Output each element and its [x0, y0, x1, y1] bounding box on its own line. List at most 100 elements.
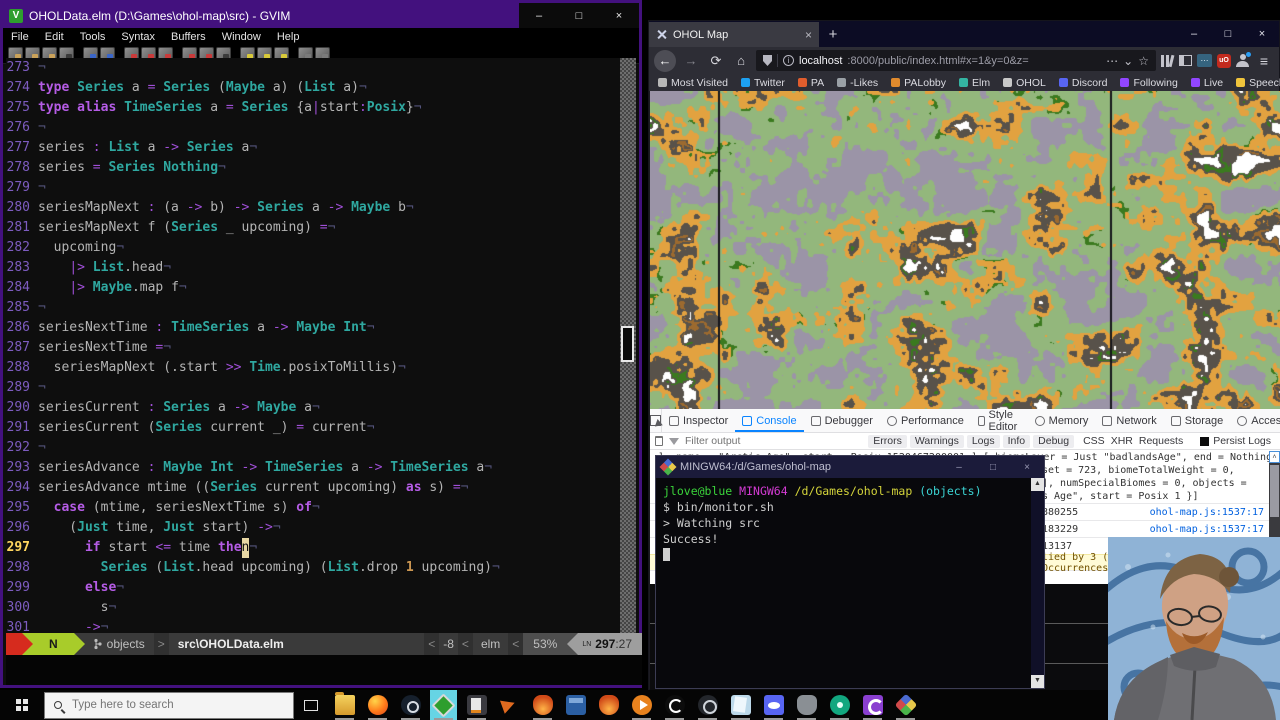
start-button[interactable] [0, 690, 44, 720]
terminal-maximize-button[interactable]: □ [976, 456, 1010, 478]
taskbar-search[interactable] [44, 691, 294, 719]
page-actions-icon[interactable]: ⋯ [1106, 54, 1118, 68]
new-tab-button[interactable]: + [819, 22, 847, 47]
taskbar-app-speechchat[interactable] [826, 690, 853, 720]
bookmark-discord[interactable]: Discord [1058, 77, 1107, 89]
biome-map-canvas[interactable] [650, 91, 1280, 409]
gvim-text-area[interactable]: 273 ¬ 274 type Series a = Series (Maybe a) … [6, 58, 620, 636]
devtools-tab-storage[interactable]: Storage [1164, 409, 1231, 432]
bookmark-following[interactable]: Following [1120, 77, 1178, 89]
back-button[interactable]: ← [654, 49, 676, 72]
code-line[interactable]: 280 seriesMapNext : (a -> b) -> Series a … [6, 198, 620, 218]
taskbar-app-gvim[interactable] [430, 690, 457, 720]
filter-output-placeholder[interactable]: Filter output [685, 435, 740, 447]
firefox-maximize-button[interactable]: □ [1211, 21, 1245, 47]
code-line[interactable]: 282 upcoming ¬ [6, 238, 620, 258]
filter-debug[interactable]: Debug [1033, 434, 1075, 448]
code-line[interactable]: 273 ¬ [6, 58, 620, 78]
taskbar-app-visual-studio[interactable] [562, 690, 589, 720]
tracking-shield-icon[interactable] [763, 55, 772, 66]
bookmark-speechchat[interactable]: SpeechChat [1236, 77, 1280, 89]
terminal-close-button[interactable]: × [1010, 456, 1044, 478]
code-line[interactable]: 290 seriesCurrent : Series a -> Maybe a ¬ [6, 398, 620, 418]
taskbar-app-logitech-g[interactable] [661, 690, 688, 720]
gvim-minimize-button[interactable]: – [519, 3, 559, 28]
bookmark-pa[interactable]: PA [797, 77, 824, 89]
devtools-tab-inspector[interactable]: Inspector [662, 409, 735, 432]
menu-help[interactable]: Help [269, 31, 308, 43]
home-button[interactable]: ⌂ [731, 53, 751, 68]
taskbar-app-firefox[interactable] [364, 690, 391, 720]
code-line[interactable]: 281 seriesMapNext f (Series _ upcoming) =… [6, 218, 620, 238]
filter-warnings[interactable]: Warnings [909, 434, 964, 448]
menu-tools[interactable]: Tools [72, 31, 114, 43]
code-line[interactable]: 287 seriesNextTime = ¬ [6, 338, 620, 358]
gvim-scrollbar-thumb[interactable] [621, 326, 634, 362]
bookmark-elm[interactable]: Elm [959, 77, 990, 89]
terminal-output[interactable]: jlove@blue MINGW64 /d/Games/ohol-map (ob… [656, 478, 1031, 688]
pocket-icon[interactable]: ⌄ [1123, 54, 1133, 68]
bookmark-palobby[interactable]: PALobby [891, 77, 946, 89]
devtools-tab-memory[interactable]: Memory [1028, 409, 1096, 432]
site-info-icon[interactable]: i [783, 55, 794, 66]
devtools-tab-performance[interactable]: Performance [880, 409, 971, 432]
task-view-button[interactable] [294, 699, 328, 711]
menu-window[interactable]: Window [214, 31, 269, 43]
library-icon[interactable] [1161, 54, 1174, 67]
ublock-icon[interactable]: uO [1217, 53, 1231, 68]
taskbar-app-pa-flame[interactable] [529, 690, 556, 720]
filter-css[interactable]: CSS [1083, 435, 1105, 447]
firefox-close-button[interactable]: × [1245, 21, 1279, 47]
scroll-up-arrow[interactable]: ▲ [1031, 478, 1044, 491]
menu-syntax[interactable]: Syntax [113, 31, 163, 43]
code-line[interactable]: 289 ¬ [6, 378, 620, 398]
bookmark-ohol[interactable]: OHOL [1003, 77, 1046, 89]
filter-info[interactable]: Info [1002, 434, 1031, 448]
gvim-close-button[interactable]: × [599, 3, 639, 28]
code-line[interactable]: 277 series : List a -> Series a ¬ [6, 138, 620, 158]
code-line[interactable]: 296 (Just time, Just start) -> ¬ [6, 518, 620, 538]
pick-element-icon[interactable] [650, 409, 662, 432]
taskbar-app-arrow-app[interactable] [496, 690, 523, 720]
code-line[interactable]: 276 ¬ [6, 118, 620, 138]
taskbar-app-notepad[interactable] [463, 690, 490, 720]
code-line[interactable]: 278 series = Series Nothing ¬ [6, 158, 620, 178]
gvim-titlebar[interactable]: V OHOLData.elm (D:\Games\ohol-map\src) -… [3, 3, 639, 28]
browser-tab-ohol-map[interactable]: OHOL Map × [649, 22, 819, 47]
code-line[interactable]: 275 type alias TimeSeries a = Series {a | s… [6, 98, 620, 118]
code-line[interactable]: 297 if start <= time the n ¬ [6, 538, 620, 558]
code-line[interactable]: 284 |> Maybe .map f ¬ [6, 278, 620, 298]
code-line[interactable]: 286 seriesNextTime : TimeSeries a -> Mayb… [6, 318, 620, 338]
bookmark-mostvisited[interactable]: Most Visited [658, 77, 728, 89]
devtools-tab-console[interactable]: Console [735, 409, 803, 432]
filter-xhr[interactable]: XHR [1111, 435, 1133, 447]
gvim-maximize-button[interactable]: □ [559, 3, 599, 28]
devtools-scroll-top-button[interactable]: ˄ [1269, 451, 1280, 463]
code-line[interactable]: 299 else ¬ [6, 578, 620, 598]
taskbar-app-discord[interactable] [760, 690, 787, 720]
scroll-down-arrow[interactable]: ▼ [1031, 675, 1044, 688]
taskbar-app-chatty[interactable] [859, 690, 886, 720]
account-icon[interactable] [1236, 52, 1251, 67]
code-line[interactable]: 300 s ¬ [6, 598, 620, 618]
devtools-tab-debugger[interactable]: Debugger [804, 409, 880, 432]
code-line[interactable]: 292 ¬ [6, 438, 620, 458]
url-bar[interactable]: i localhost :8000/public/index.html#x=1&… [756, 50, 1156, 71]
screenshot-addon-icon[interactable]: ⋯ [1197, 54, 1212, 67]
taskbar-app-pa-flame-2[interactable] [595, 690, 622, 720]
clear-console-icon[interactable] [655, 436, 663, 446]
persist-logs-toggle[interactable]: Persist Logs [1200, 435, 1271, 447]
tab-close-icon[interactable]: × [805, 28, 812, 42]
menu-buffers[interactable]: Buffers [163, 31, 214, 43]
code-line[interactable]: 283 |> List .head ¬ [6, 258, 620, 278]
taskbar-app-mumble[interactable] [793, 690, 820, 720]
devtools-tab-accessibility[interactable]: Accessibility [1230, 409, 1280, 432]
devtools-scrollbar-thumb[interactable] [1270, 465, 1279, 517]
taskbar-app-media-player[interactable] [628, 690, 655, 720]
devtools-tab-network[interactable]: Network [1095, 409, 1163, 432]
terminal-scrollbar[interactable]: ▲ ▼ [1031, 478, 1044, 688]
firefox-minimize-button[interactable]: – [1177, 21, 1211, 47]
code-line[interactable]: 274 type Series a = Series (Maybe a) (Lis… [6, 78, 620, 98]
bookmark-star-icon[interactable]: ☆ [1138, 54, 1149, 68]
search-input[interactable] [70, 698, 250, 712]
